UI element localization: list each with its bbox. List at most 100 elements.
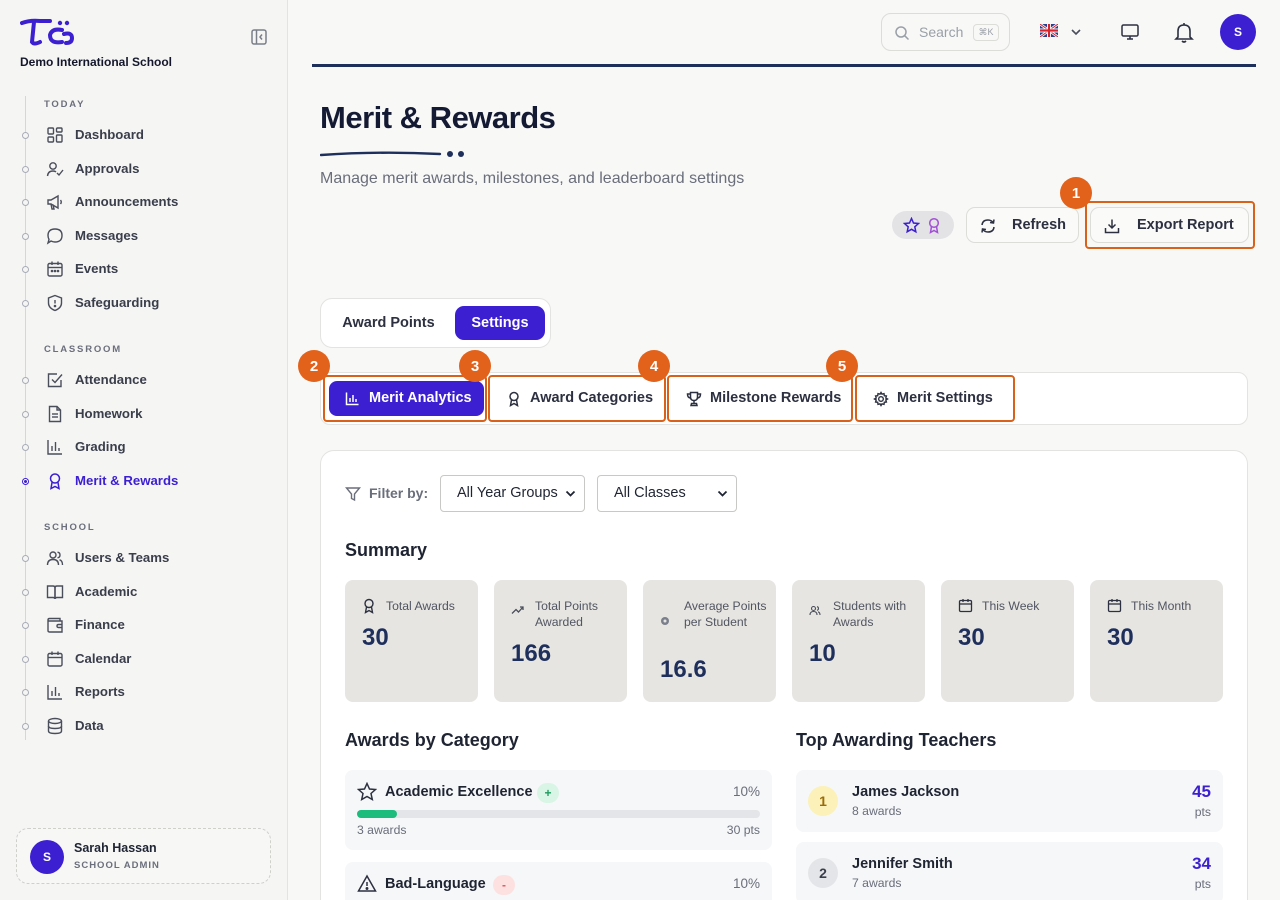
sidebar-item-events[interactable]: Events: [20, 255, 270, 283]
sidebar-item-calendar[interactable]: Calendar: [20, 645, 270, 673]
sidebar-item-homework[interactable]: Homework: [20, 400, 270, 428]
sidebar-item-label: Safeguarding: [75, 295, 160, 310]
trending-up-icon: [511, 606, 524, 614]
stat-label: Students with Awards: [833, 599, 907, 629]
bar-chart-icon: [47, 685, 62, 700]
user-check-icon: [46, 162, 64, 177]
year-group-value: All Year Groups: [457, 485, 558, 501]
nav-section-school: SCHOOL: [44, 522, 96, 533]
stat-value: 10: [809, 640, 836, 667]
sidebar-item-label: Calendar: [75, 651, 132, 666]
teacher-row[interactable]: 2 Jennifer Smith 7 awards 34 pts: [796, 842, 1223, 900]
monitor-icon[interactable]: [1120, 22, 1140, 42]
stat-card-total-awards: Total Awards 30: [345, 580, 478, 702]
award-icon: [364, 598, 374, 614]
calendar-icon: [47, 261, 63, 277]
wallet-icon: [47, 617, 63, 633]
search-placeholder: Search: [919, 24, 964, 40]
sidebar-item-announcements[interactable]: Announcements: [20, 188, 270, 216]
annotation-badge-5: 5: [826, 350, 858, 382]
teacher-awards: 8 awards: [852, 804, 902, 818]
sidebar-item-data[interactable]: Data: [20, 712, 270, 740]
stat-value: 30: [958, 624, 985, 651]
uk-flag-icon: [1040, 24, 1058, 37]
stat-value: 30: [1107, 624, 1134, 651]
sidebar-item-finance[interactable]: Finance: [20, 611, 270, 639]
tab-award-points[interactable]: Award Points: [329, 306, 448, 340]
sidebar-item-reports[interactable]: Reports: [20, 678, 270, 706]
nav-section-classroom: CLASSROOM: [44, 344, 122, 355]
checkbox-icon: [47, 373, 63, 388]
user-role: SCHOOL ADMIN: [74, 860, 160, 871]
sidebar-item-label: Data: [75, 718, 104, 733]
year-group-select[interactable]: All Year Groups: [440, 475, 585, 512]
book-icon: [46, 585, 64, 600]
nav-section-today: TODAY: [44, 99, 86, 110]
stat-card-students-with-awards: Students with Awards 10: [792, 580, 925, 702]
sidebar-item-messages[interactable]: Messages: [20, 222, 270, 250]
points-unit: pts: [1194, 805, 1211, 819]
search-icon: [895, 26, 910, 41]
sidebar-item-label: Academic: [75, 584, 138, 599]
sidebar-item-label: Homework: [75, 406, 143, 421]
tab-settings[interactable]: Settings: [455, 306, 545, 340]
bell-icon[interactable]: [1172, 20, 1196, 44]
sidebar-item-label: Users & Teams: [75, 550, 170, 565]
category-progress-bar: [357, 810, 760, 818]
user-profile-card[interactable]: S Sarah Hassan SCHOOL ADMIN: [16, 828, 271, 884]
rank-badge: 2: [808, 858, 838, 888]
stat-card-total-points: Total Points Awarded 166: [494, 580, 627, 702]
sidebar-item-dashboard[interactable]: Dashboard: [20, 121, 270, 149]
highlight-merit-analytics: [323, 375, 487, 422]
category-percent: 10%: [732, 784, 760, 799]
sidebar-item-merit-rewards[interactable]: Merit & Rewards: [20, 467, 270, 495]
stat-label: Average Points per Student: [684, 599, 767, 629]
view-mode-pill[interactable]: [892, 211, 954, 239]
stat-label: Total Points Awarded: [535, 599, 599, 629]
points-unit: pts: [1194, 877, 1211, 891]
award-icon: [928, 217, 940, 234]
search-input[interactable]: Search ⌘K: [881, 13, 1010, 51]
collapse-sidebar-icon[interactable]: [250, 28, 268, 46]
sidebar-item-label: Reports: [75, 684, 125, 699]
sidebar-item-label: Announcements: [75, 194, 179, 209]
school-name: Demo International School: [20, 55, 173, 69]
class-value: All Classes: [614, 485, 686, 501]
sidebar-item-label: Approvals: [75, 161, 140, 176]
language-selector[interactable]: [1040, 22, 1084, 42]
sidebar-item-attendance[interactable]: Attendance: [20, 366, 270, 394]
search-shortcut: ⌘K: [973, 24, 999, 41]
avatar[interactable]: S: [1220, 14, 1256, 50]
refresh-label: Refresh: [1012, 217, 1066, 233]
star-icon: [903, 217, 920, 234]
highlight-merit-settings: [855, 375, 1015, 422]
sidebar-item-academic[interactable]: Academic: [20, 578, 270, 606]
stat-card-this-month: This Month 30: [1090, 580, 1223, 702]
category-card-bad-language[interactable]: Bad-Language - 10%: [345, 862, 772, 900]
bar-chart-icon: [47, 440, 62, 455]
sidebar-item-users-teams[interactable]: Users & Teams: [20, 544, 270, 572]
class-select[interactable]: All Classes: [597, 475, 737, 512]
refresh-button[interactable]: Refresh: [966, 207, 1079, 243]
chevron-down-icon: [565, 490, 576, 497]
category-card-academic-excellence[interactable]: Academic Excellence + 10% 3 awards 30 pt…: [345, 770, 772, 850]
calendar-icon: [958, 599, 973, 613]
sidebar-item-safeguarding[interactable]: Safeguarding: [20, 289, 270, 317]
stat-card-average-points: Average Points per Student 16.6: [643, 580, 776, 702]
category-points: 30 pts: [726, 823, 760, 837]
user-name: Sarah Hassan: [74, 841, 157, 855]
database-icon: [47, 717, 63, 735]
award-icon: [49, 473, 61, 490]
top-teachers-heading: Top Awarding Teachers: [796, 730, 997, 750]
sidebar-item-label: Dashboard: [75, 127, 144, 142]
stat-label: Total Awards: [386, 599, 455, 613]
sidebar-item-grading[interactable]: Grading: [20, 433, 270, 461]
sidebar-item-approvals[interactable]: Approvals: [20, 155, 270, 183]
highlight-export-report: [1085, 201, 1255, 249]
summary-heading: Summary: [345, 540, 428, 560]
teacher-row[interactable]: 1 James Jackson 8 awards 45 pts: [796, 770, 1223, 832]
star-icon: [357, 782, 377, 801]
mode-toggle: Award Points Settings: [320, 298, 551, 348]
category-name: Academic Excellence: [385, 784, 533, 800]
stat-value: 16.6: [660, 656, 707, 683]
